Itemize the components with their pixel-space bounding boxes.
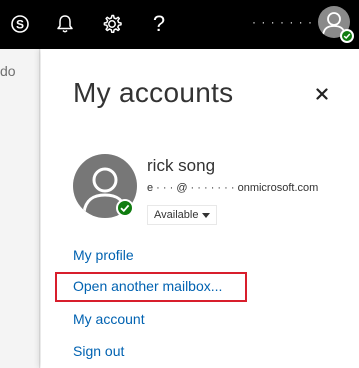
panel-title: My accounts [73,77,234,108]
status-dropdown[interactable]: Available [147,205,218,225]
close-icon [316,88,328,100]
check-icon [343,33,351,40]
my-account-link[interactable]: My account [73,311,145,327]
background-page: do [0,49,40,368]
top-bar: S ? · · · · · · · · · [0,0,359,49]
skype-icon[interactable]: S [6,10,34,38]
check-icon [120,204,130,213]
svg-text:S: S [16,18,24,32]
gear-icon[interactable] [98,10,126,38]
my-profile-link[interactable]: My profile [73,247,134,263]
presence-badge [340,29,354,43]
open-another-mailbox-link[interactable]: Open another mailbox... [73,278,222,294]
close-button[interactable] [311,83,333,105]
sign-out-link[interactable]: Sign out [73,343,124,359]
status-label: Available [154,209,199,221]
help-glyph: ? [152,11,166,36]
bell-icon[interactable] [51,10,79,38]
profile-name: rick song [147,156,216,175]
accounts-panel: My accounts rick song e · · · @ · · · · … [41,49,359,368]
background-text: do [0,63,16,79]
presence-badge [116,199,134,217]
chevron-down-icon [202,212,211,218]
profile-email: e · · · @ · · · · · · · onmicrosoft.com [147,182,319,194]
help-icon[interactable]: ? [145,10,173,38]
